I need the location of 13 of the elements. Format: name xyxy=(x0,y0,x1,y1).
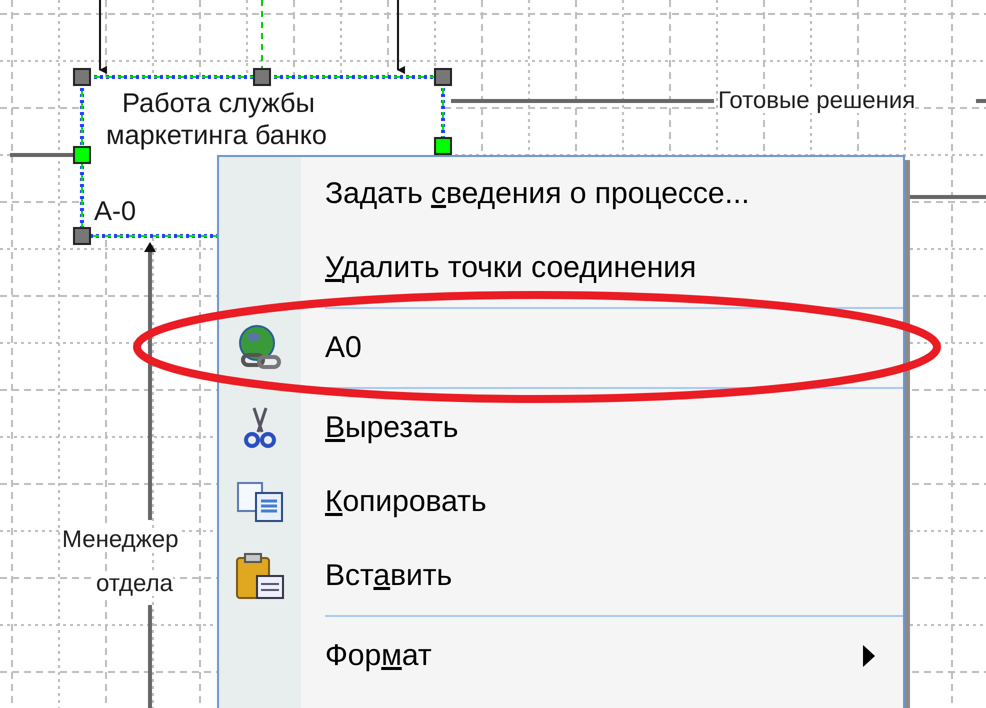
process-title: Работа службы xyxy=(122,90,315,117)
process-title: маркетинга банко xyxy=(106,122,327,149)
menu-item[interactable]: Вставить xyxy=(325,559,452,593)
mechanism-label: отдела xyxy=(96,572,173,596)
menu-item[interactable]: Удалить точки соединения xyxy=(325,251,696,285)
menu-item[interactable]: Формат xyxy=(325,639,432,673)
menu-item[interactable]: А0 xyxy=(325,331,362,365)
menu-item[interactable]: Задать сведения о процессе... xyxy=(325,177,750,211)
menu-item[interactable]: Копировать xyxy=(325,485,487,519)
output-label: Готовые решения xyxy=(718,89,916,113)
process-code: А-0 xyxy=(94,198,136,225)
mechanism-label: Менеджер xyxy=(62,528,178,552)
menu-item[interactable]: Вырезать xyxy=(325,411,458,445)
